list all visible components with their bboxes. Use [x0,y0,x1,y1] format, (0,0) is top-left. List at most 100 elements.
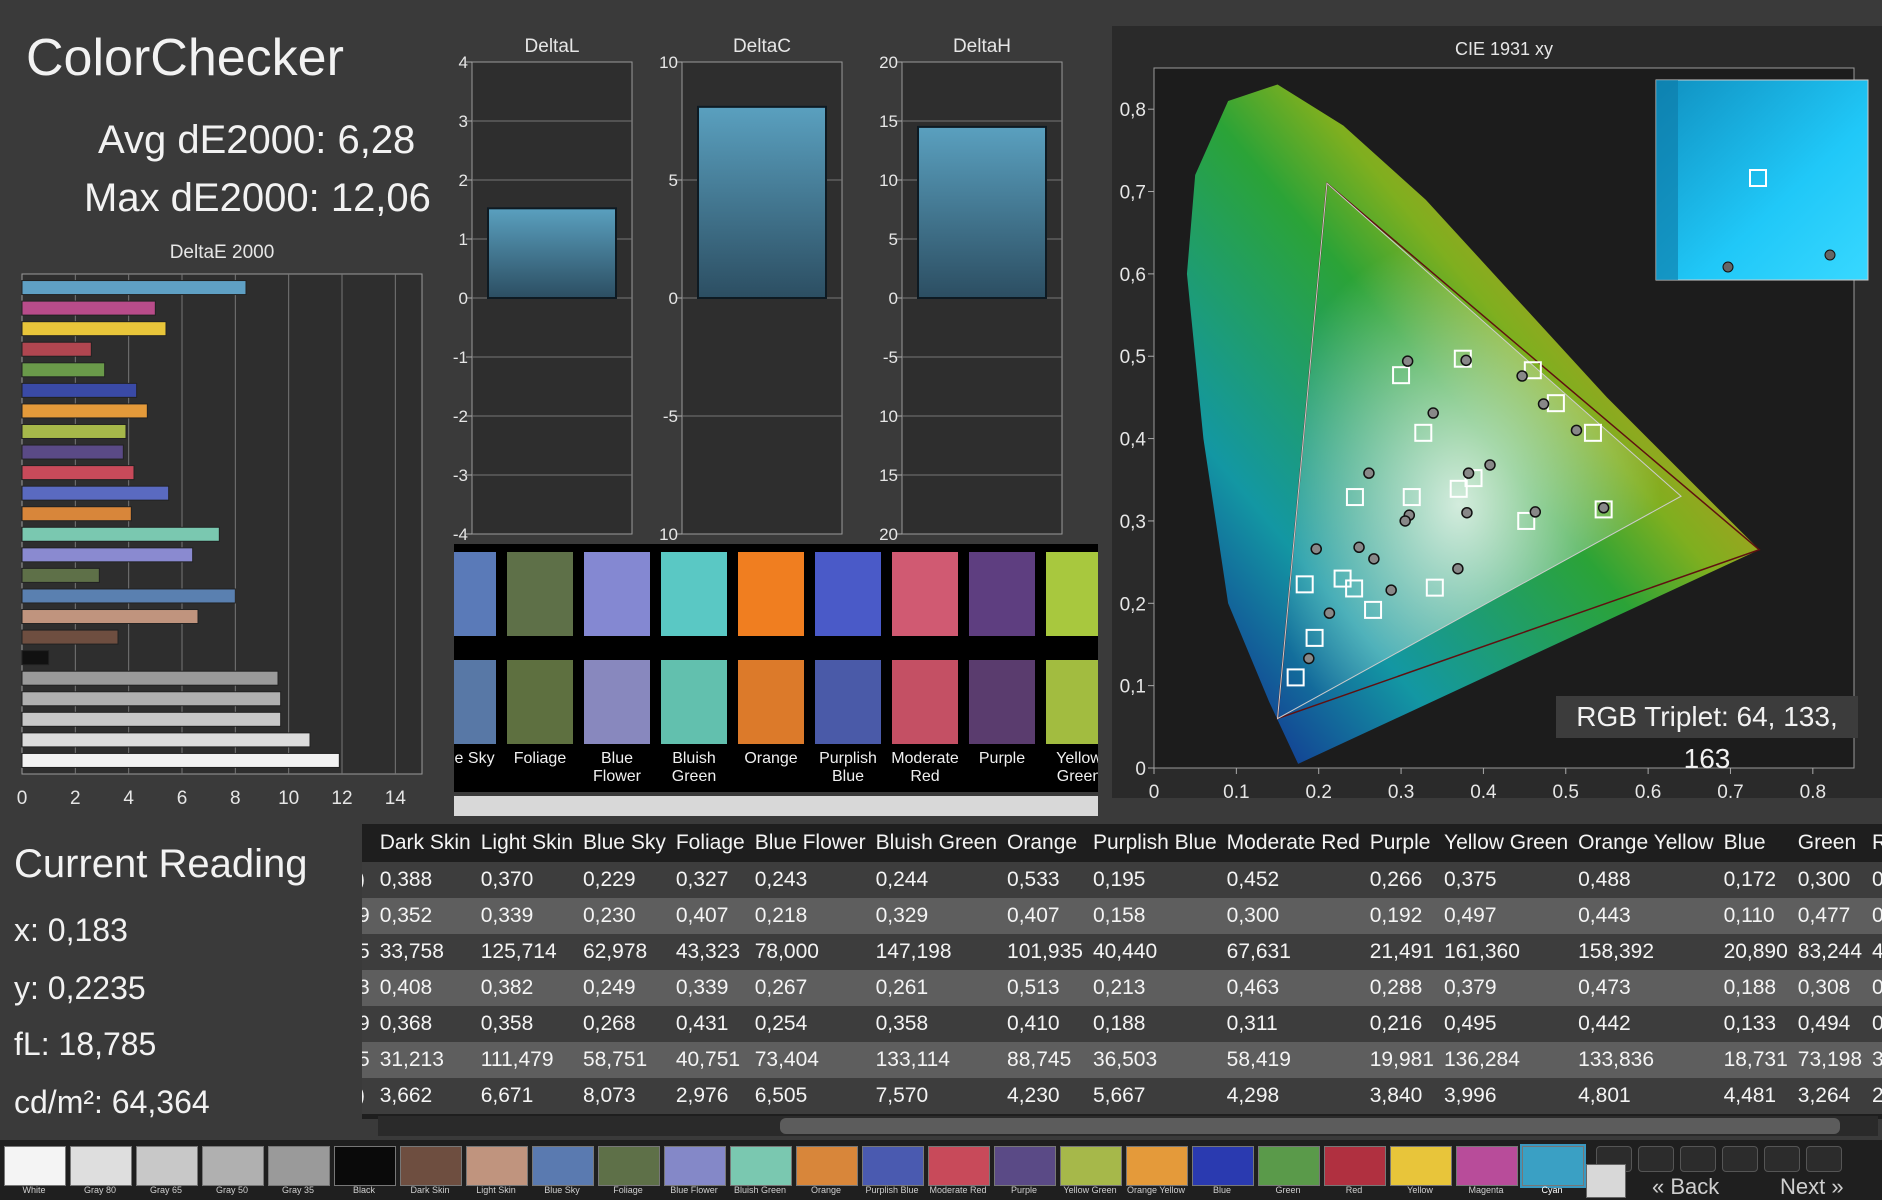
max-de2000: Max dE2000: 12,06 [84,176,431,220]
table-cell: 0,546 [1868,862,1882,898]
patch-target-swatch [892,552,958,636]
patch-selector-swatch[interactable] [1390,1146,1452,1186]
deltah-ytick: 15 [880,112,898,131]
cie-measured-point [1363,467,1375,479]
table-cell: 6,671 [476,1078,579,1114]
table-cell: 133,114 [871,1042,1004,1078]
measure-button[interactable] [1586,1164,1626,1198]
table-header: Purplish Blue [1088,824,1223,862]
table-row: )0,3880,3700,2290,3270,2430,2440,5330,19… [362,862,1882,898]
deltah-ytick: -20 [880,525,898,544]
patch-selector-swatch[interactable] [400,1146,462,1186]
patch-selector-swatch[interactable] [70,1146,132,1186]
cie-measured-point [1570,424,1583,437]
cie-measured-point [1460,354,1472,367]
patch-target-swatch [815,552,881,636]
table-cell: 0,266 [1365,862,1440,898]
table-cell: 0,370 [476,862,579,898]
patch-label: Yellow Green [1056,750,1098,785]
patch-selector-swatch[interactable] [1520,1144,1586,1188]
cie-measured-point [1353,541,1365,554]
patch-selector-swatch[interactable] [598,1146,660,1186]
deltae-bar [21,465,135,481]
patch-selector-swatch[interactable] [730,1146,792,1186]
play-control-icon[interactable] [1638,1146,1674,1172]
table-header: Blue Flower [750,824,872,862]
table-cell: 0,431 [671,1006,751,1042]
table-cell: 0,188 [1719,970,1794,1006]
table-cell: 111,479 [476,1042,579,1078]
table-scrollbar-thumb[interactable] [780,1118,1840,1134]
table-cell: 0,316 [1868,1006,1882,1042]
table-cell: 21,491 [1365,934,1440,970]
cie-measured-point [1310,543,1322,555]
table-cell: 0,352 [375,898,477,934]
patch-label: Blue Sky [454,750,495,767]
table-cell: 0,473 [1574,970,1720,1006]
cie-measured-point [1452,562,1464,575]
table-cell: 0,311 [1222,1006,1366,1042]
table-cell: 0,497 [1439,898,1575,934]
patch-scrollbar[interactable] [454,796,1098,816]
table-cell: 0,268 [578,1006,672,1042]
deltae-xtick: 4 [123,788,134,809]
deltal-chart: DeltaL 4 3 2 1 0 -1 -2 -3 -4 [453,36,633,544]
patch-selector-swatch[interactable] [4,1146,66,1186]
step-control-icon[interactable] [1806,1146,1842,1172]
patch-target-swatch [507,552,573,636]
patch-measured-swatch [584,660,650,744]
patch-selector-swatch[interactable] [1258,1146,1320,1186]
deltae-xtick: 8 [230,788,241,809]
table-header: Moderate Red [1222,824,1366,862]
table-cell: 4,230 [1003,1078,1089,1114]
cie-xtick: 0,2 [1305,782,1331,798]
deltae-bar [21,423,127,439]
deltac-ytick: 5 [669,171,678,190]
deltah-title: DeltaH [953,36,1011,57]
table-cell: 0,375 [1439,862,1575,898]
refresh-control-icon[interactable] [1764,1146,1800,1172]
deltal-bar [487,207,617,300]
patch-selector-swatch[interactable] [928,1146,990,1186]
patch-selector-swatch[interactable] [1126,1146,1188,1186]
cie-ytick: 0,6 [1120,265,1146,286]
next-button[interactable]: Next » [1780,1174,1844,1200]
next-label: Next [1780,1174,1826,1199]
avg-de2000: Avg dE2000: 6,28 [98,118,416,162]
patch-selector-label: Black [352,1185,375,1195]
save-control-icon[interactable] [1680,1146,1716,1172]
table-cell: 0,443 [1574,898,1720,934]
patch-selector-swatch[interactable] [1456,1146,1518,1186]
table-cell: 0,410 [1003,1006,1089,1042]
cie-ytick: 0,1 [1120,677,1146,698]
patch-measured-swatch [1046,660,1098,744]
patch-selector-swatch[interactable] [466,1146,528,1186]
table-cell: 101,935 [1003,934,1089,970]
deltal-ytick: -4 [453,525,468,544]
patch-selector-swatch[interactable] [202,1146,264,1186]
patch-selector-swatch[interactable] [136,1146,198,1186]
deltae-xtick: 2 [70,788,81,809]
patch-selector-swatch[interactable] [796,1146,858,1186]
table-cell: 161,360 [1439,934,1575,970]
deltae-xtick: 14 [385,788,407,809]
patch-selector-swatch[interactable] [994,1146,1056,1186]
table-cell: 0,452 [1222,862,1366,898]
deltae-bar [21,650,50,666]
back-button[interactable]: « Back [1652,1174,1719,1200]
patch-selector-swatch[interactable] [1324,1146,1386,1186]
loop-control-icon[interactable] [1722,1146,1758,1172]
patch-selector-swatch[interactable] [1060,1146,1122,1186]
patch-selector-swatch[interactable] [862,1146,924,1186]
reading-cdm2: cd/m²: 64,364 [14,1084,210,1120]
patch-selector-swatch[interactable] [334,1146,396,1186]
deltal-ytick: 2 [459,171,468,190]
patch-selector-swatch[interactable] [532,1146,594,1186]
patch-selector-swatch[interactable] [664,1146,726,1186]
table-cell: 0,244 [871,862,1004,898]
table-cell: 0,388 [375,862,477,898]
patch-measured-swatch [454,660,496,744]
patch-selector-swatch[interactable] [1192,1146,1254,1186]
patch-selector-swatch[interactable] [268,1146,330,1186]
table-cell: 3,996 [1439,1078,1575,1114]
